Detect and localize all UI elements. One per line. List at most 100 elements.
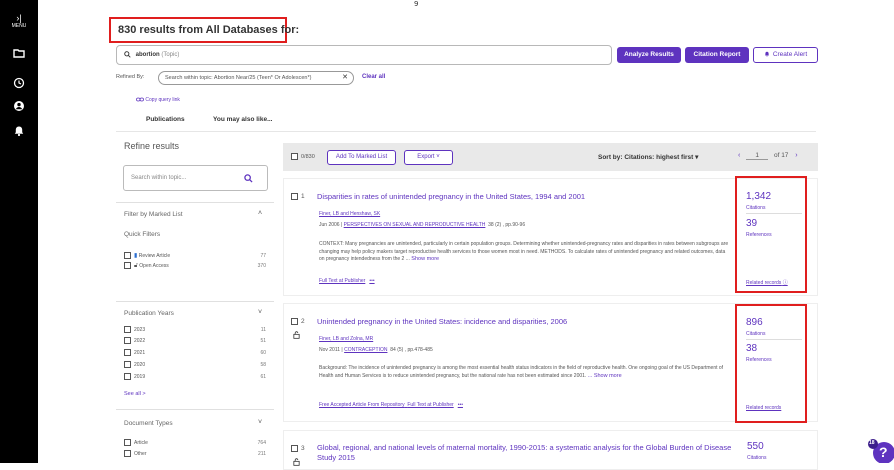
- results-toolbar: 0/830 Add To Marked List Export ˅ Sort b…: [283, 143, 818, 171]
- metrics-highlight-box: 896 Citations 38 References Related reco…: [735, 304, 807, 423]
- document-types-label[interactable]: Document Types: [124, 420, 173, 427]
- see-all-years-link[interactable]: See all >: [124, 391, 146, 397]
- refine-search-input[interactable]: Search within topic...: [123, 165, 268, 191]
- analyze-results-button[interactable]: Analyze Results: [617, 47, 681, 63]
- related-records-label: Related records: [746, 280, 782, 286]
- record-source[interactable]: CONTRACEPTION: [344, 347, 387, 353]
- open-access-lock-icon: 🔓︎: [134, 263, 138, 269]
- search-query-box[interactable]: abortion (Topic): [116, 45, 612, 65]
- checkbox[interactable]: [124, 361, 131, 369]
- record-source[interactable]: PERSPECTIVES ON SEXUAL AND REPRODUCTIVE …: [344, 222, 486, 228]
- record-number: 2: [301, 318, 305, 326]
- history-icon[interactable]: [13, 77, 25, 89]
- top-stub-text: 9: [414, 0, 419, 8]
- full-text-publisher-link[interactable]: Full Text at Publisher: [319, 278, 365, 284]
- year-label: 2019: [134, 374, 146, 380]
- abstract-text: CONTEXT: Many pregnancies are unintended…: [319, 241, 729, 262]
- export-button[interactable]: Export ˅: [404, 150, 453, 165]
- more-options-icon[interactable]: •••: [369, 278, 374, 284]
- checkbox[interactable]: [124, 337, 131, 345]
- select-all[interactable]: 0/830: [291, 153, 315, 160]
- create-alert-button[interactable]: Create Alert: [753, 47, 818, 63]
- copy-query-link[interactable]: Copy query link: [136, 97, 180, 103]
- show-more-link[interactable]: Show more: [411, 256, 439, 262]
- menu-toggle[interactable]: ›| MENU: [0, 14, 38, 30]
- related-records-link[interactable]: Related records ⓘ: [746, 279, 788, 286]
- clear-all-link[interactable]: Clear all: [362, 74, 385, 80]
- year-filter-2023[interactable]: 2023 11: [124, 326, 266, 334]
- record-authors[interactable]: Finer, LB and Zolna, MR: [319, 336, 373, 342]
- caret-down-icon: ▾: [695, 154, 699, 161]
- chevron-down-icon[interactable]: ˅: [258, 419, 262, 426]
- checkbox[interactable]: [124, 450, 131, 458]
- checkbox[interactable]: [291, 318, 298, 325]
- checkbox[interactable]: [124, 439, 131, 447]
- tab-you-may-also-like[interactable]: You may also like...: [213, 116, 273, 123]
- export-label: Export: [417, 154, 435, 160]
- selected-count: 0/830: [301, 153, 315, 160]
- chevron-down-icon[interactable]: ˅: [258, 309, 262, 316]
- filter-marked-list-label[interactable]: Filter by Marked List: [124, 211, 183, 218]
- bell-icon[interactable]: [13, 125, 25, 137]
- next-page-icon[interactable]: ›: [795, 152, 797, 159]
- sort-dropdown[interactable]: Sort by: Citations: highest first ▾: [598, 153, 698, 161]
- citation-count[interactable]: 1,342: [746, 191, 771, 202]
- chevron-up-icon[interactable]: ˄: [258, 210, 262, 217]
- record-title[interactable]: Disparities in rates of unintended pregn…: [317, 192, 737, 202]
- tab-publications[interactable]: Publications: [146, 116, 185, 123]
- year-label: 2023: [134, 327, 146, 333]
- year-filter-2019[interactable]: 2019 61: [124, 373, 266, 381]
- user-icon[interactable]: [13, 100, 25, 112]
- reference-count[interactable]: 39: [746, 218, 757, 229]
- metric-divider: [746, 213, 802, 214]
- create-alert-label: Create Alert: [772, 51, 808, 58]
- year-filter-2021[interactable]: 2021 60: [124, 349, 266, 357]
- citation-report-button[interactable]: Citation Report: [685, 47, 749, 63]
- record-authors[interactable]: Finer, LB and Henshaw, SK: [319, 211, 380, 217]
- refine-divider: [116, 301, 274, 302]
- checkbox[interactable]: [291, 193, 298, 200]
- checkbox[interactable]: [124, 349, 131, 357]
- free-accepted-article-link[interactable]: Free Accepted Article From Repository: [319, 402, 405, 408]
- page-number-input[interactable]: 1: [746, 152, 769, 160]
- folder-icon[interactable]: [13, 47, 25, 59]
- citation-count[interactable]: 896: [746, 317, 763, 328]
- record-abstract: Background: The incidence of unintended …: [319, 365, 731, 380]
- checkbox[interactable]: [291, 445, 298, 452]
- quick-filter-label: Open Access: [139, 263, 169, 269]
- year-filter-2020[interactable]: 2020 58: [124, 361, 266, 369]
- quick-filter-open-access[interactable]: 🔓︎ Open Access 370: [124, 262, 266, 270]
- checkbox[interactable]: [124, 262, 131, 270]
- refine-search-placeholder: Search within topic...: [131, 175, 187, 181]
- checkbox[interactable]: [124, 252, 131, 260]
- record-title[interactable]: Unintended pregnancy in the United State…: [317, 317, 737, 327]
- record-title[interactable]: Global, regional, and national levels of…: [317, 443, 737, 463]
- year-count: 60: [260, 350, 266, 356]
- search-icon[interactable]: [244, 174, 253, 183]
- checkbox[interactable]: [124, 326, 131, 334]
- related-records-link[interactable]: Related records: [746, 405, 781, 411]
- doc-type-filter-other[interactable]: Other 211: [124, 450, 266, 458]
- record-meta: Nov 2011 | CONTRACEPTION 84 (5) , pp.478…: [319, 347, 433, 353]
- publication-years-label[interactable]: Publication Years: [124, 310, 174, 317]
- sort-label: Sort by: Citations: highest first: [598, 154, 694, 161]
- results-count-heading: 830 results from All Databases for:: [109, 17, 299, 43]
- checkbox[interactable]: [124, 373, 131, 381]
- help-button[interactable]: 18 ?: [866, 438, 894, 464]
- citation-count[interactable]: 550: [747, 441, 764, 452]
- more-options-icon[interactable]: •••: [458, 402, 463, 408]
- close-icon[interactable]: ✕: [342, 72, 348, 84]
- year-count: 11: [260, 327, 266, 333]
- add-to-marked-list-button[interactable]: Add To Marked List: [327, 150, 396, 165]
- doc-type-filter-article[interactable]: Article 764: [124, 439, 266, 447]
- checkbox[interactable]: [291, 153, 298, 160]
- prev-page-icon[interactable]: ‹: [738, 152, 740, 159]
- record-abstract: CONTEXT: Many pregnancies are unintended…: [319, 241, 731, 264]
- show-more-link[interactable]: ... Show more: [588, 373, 622, 379]
- year-filter-2022[interactable]: 2022 51: [124, 337, 266, 345]
- full-text-publisher-link[interactable]: Full Text at Publisher: [407, 402, 453, 408]
- refinement-chip[interactable]: Search within topic: Abortion Near/25 (T…: [158, 71, 354, 85]
- references-label: References: [746, 232, 772, 238]
- reference-count[interactable]: 38: [746, 343, 757, 354]
- quick-filter-review-article[interactable]: ▮ Review Article 77: [124, 252, 266, 260]
